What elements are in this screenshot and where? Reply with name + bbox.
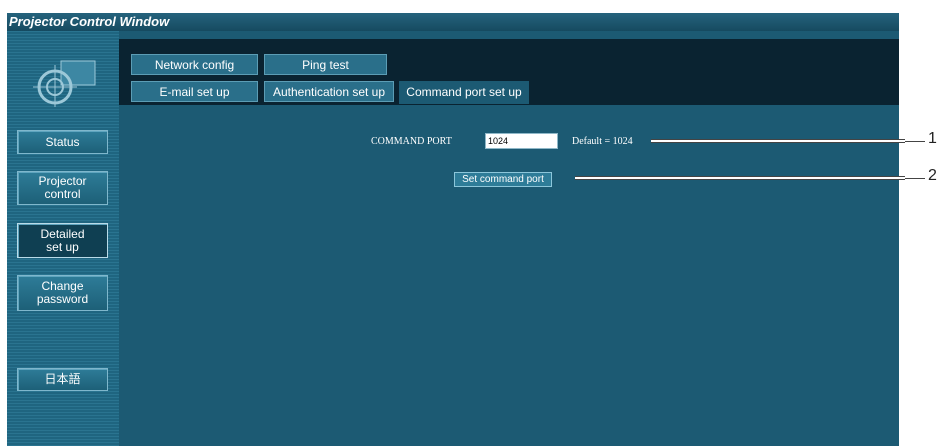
window-title: Projector Control Window — [9, 14, 170, 29]
tab-network-config[interactable]: Network config — [131, 54, 258, 75]
change-password-button[interactable]: Change password — [17, 275, 108, 311]
projector-control-window: Projector Control Window Status Projecto… — [7, 13, 899, 446]
sidebar: Status Projector control Detailed set up… — [7, 31, 119, 446]
projector-control-button-label: Projector control — [38, 174, 87, 201]
callout-tail-1 — [905, 141, 925, 142]
tab-authentication-set-up[interactable]: Authentication set up — [264, 81, 394, 102]
callout-line-1 — [651, 139, 905, 143]
command-port-input[interactable]: 1024 — [485, 133, 558, 149]
detailed-set-up-button-label: Detailed set up — [40, 226, 85, 254]
tab-command-port-set-up[interactable]: Command port set up — [399, 81, 529, 104]
tab-email-set-up[interactable]: E-mail set up — [131, 81, 258, 102]
content-area — [119, 105, 899, 446]
tab-ping-test[interactable]: Ping test — [264, 54, 387, 75]
default-port-text: Default = 1024 — [572, 136, 633, 147]
projector-control-button[interactable]: Projector control — [17, 171, 108, 205]
japanese-language-button[interactable]: 日本語 — [17, 368, 108, 391]
status-button[interactable]: Status — [17, 130, 108, 154]
title-bar: Projector Control Window — [7, 13, 899, 31]
projector-logo-icon — [33, 60, 96, 107]
tab-navigation: Network config Ping test E-mail set up A… — [119, 39, 899, 105]
callout-tail-2 — [905, 178, 925, 179]
japanese-language-button-label: 日本語 — [44, 372, 81, 386]
status-button-label: Status — [45, 134, 80, 149]
callout-line-2 — [575, 176, 905, 180]
set-command-port-button[interactable]: Set command port — [454, 172, 552, 187]
callout-number-1: 1 — [928, 130, 937, 147]
detailed-set-up-button[interactable]: Detailed set up — [17, 223, 108, 258]
callout-number-2: 2 — [928, 167, 937, 184]
command-port-label: COMMAND PORT — [371, 136, 452, 147]
change-password-button-label: Change password — [36, 279, 89, 306]
